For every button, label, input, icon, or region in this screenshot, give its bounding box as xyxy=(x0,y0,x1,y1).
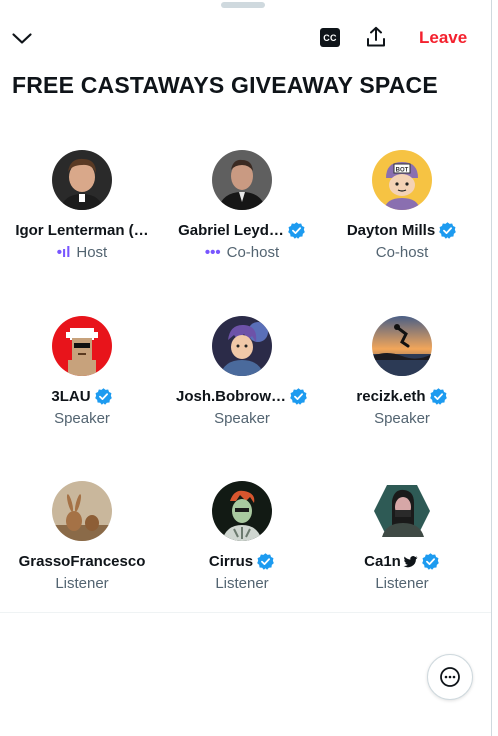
participant-card[interactable]: Gabriel Leyd… ••• Co-host xyxy=(162,150,322,261)
verified-badge-icon xyxy=(439,221,456,239)
participant-role: Speaker xyxy=(54,410,110,427)
verified-badge-icon xyxy=(422,552,439,570)
bird-icon xyxy=(403,555,418,567)
participant-name: Cirrus xyxy=(208,552,254,570)
participant-name: 3LAU xyxy=(51,387,91,405)
avatar xyxy=(372,316,432,376)
participant-role: Co-host xyxy=(375,244,429,261)
participant-name: Ca1n xyxy=(364,552,401,570)
participant-role: Listener xyxy=(215,575,269,592)
chevron-down-icon[interactable] xyxy=(10,26,34,50)
divider xyxy=(0,612,491,613)
svg-text:BOT: BOT xyxy=(396,168,409,174)
avatar xyxy=(212,481,272,541)
verified-badge-icon xyxy=(429,387,447,405)
captions-button[interactable]: CC xyxy=(320,28,340,47)
participant-name: recizk.eth xyxy=(356,387,426,405)
avatar xyxy=(52,150,112,210)
verified-badge-icon xyxy=(288,221,305,239)
participant-name: GrassoFrancesco xyxy=(18,552,146,570)
space-panel: CC Leave FREE CASTAWAYS GIVEAWAY SPACE I… xyxy=(0,0,491,736)
speaking-indicator-icon: •ıl xyxy=(56,244,71,261)
avatar xyxy=(212,150,272,210)
participant-name: Igor Lenterman (… xyxy=(15,221,149,239)
participant-name: Dayton Mills xyxy=(346,221,436,239)
participant-role: Co-host xyxy=(226,244,280,261)
participant-card[interactable]: Josh.Bobrow… Speaker xyxy=(162,316,322,427)
panel-border xyxy=(491,0,492,736)
verified-badge-icon xyxy=(290,387,307,405)
participant-card[interactable]: recizk.eth Speaker xyxy=(322,316,482,427)
participant-role: Listener xyxy=(375,575,429,592)
co-host-indicator-icon: ••• xyxy=(204,244,221,261)
avatar xyxy=(52,316,112,376)
participant-role: Speaker xyxy=(214,410,270,427)
avatar xyxy=(212,316,272,376)
avatar: BOT xyxy=(372,150,432,210)
verified-badge-icon xyxy=(94,387,112,405)
more-options-button[interactable] xyxy=(427,654,473,700)
participant-card[interactable]: BOT Dayton Mills Co-host xyxy=(322,150,482,261)
drag-handle[interactable] xyxy=(221,2,265,8)
participant-card[interactable]: Cirrus Listener xyxy=(162,481,322,592)
avatar xyxy=(52,481,112,541)
participant-role: Host xyxy=(76,244,108,261)
participant-name: Josh.Bobrow… xyxy=(175,387,286,405)
participant-role: Speaker xyxy=(374,410,430,427)
participant-card[interactable]: 3LAU Speaker xyxy=(2,316,162,427)
participant-card[interactable]: GrassoFrancesco Listener xyxy=(2,481,162,592)
participant-role: Listener xyxy=(55,575,109,592)
space-title: FREE CASTAWAYS GIVEAWAY SPACE xyxy=(12,72,438,98)
leave-button[interactable]: Leave xyxy=(419,28,467,48)
participant-card[interactable]: Igor Lenterman (… •ıl Host xyxy=(2,150,162,261)
verified-badge-icon xyxy=(257,552,274,570)
participant-card[interactable]: Ca1n Listener xyxy=(322,481,482,592)
share-icon[interactable] xyxy=(364,25,388,49)
more-options-icon xyxy=(440,667,460,687)
avatar xyxy=(372,481,432,541)
participant-name: Gabriel Leyd… xyxy=(178,221,284,239)
